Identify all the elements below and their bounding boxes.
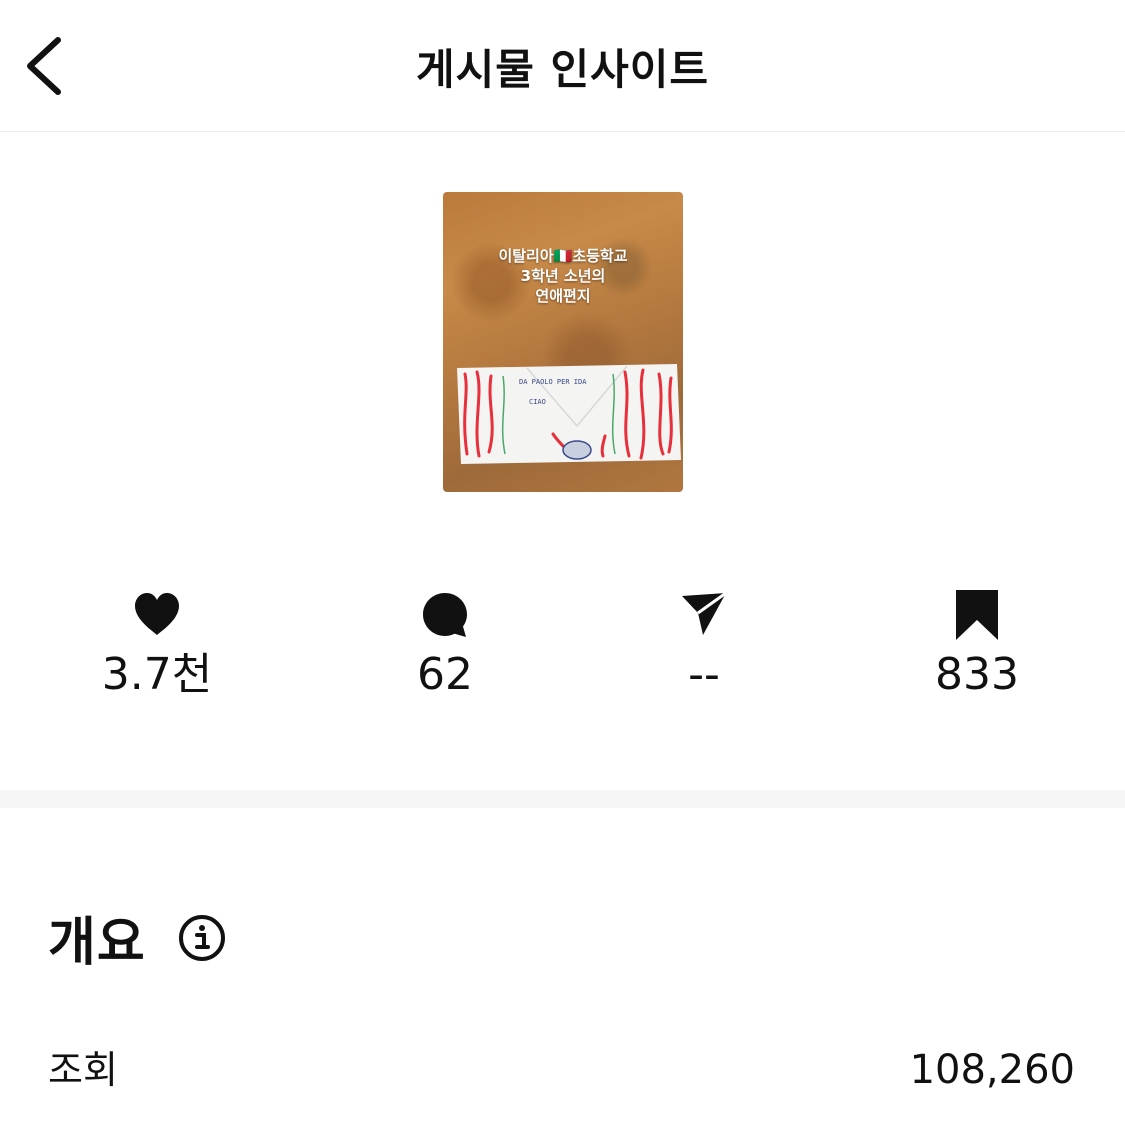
page-title: 게시물 인사이트 (415, 45, 710, 94)
thumbnail-caption: 이탈리아🇮🇹초등학교 3학년 소년의 연애편지 (443, 246, 683, 306)
views-label: 조회 (48, 1048, 118, 1092)
heart-icon (135, 593, 179, 635)
comment-icon (423, 593, 467, 637)
share-icon (682, 591, 727, 635)
saves-stat[interactable]: 833 (877, 590, 1077, 698)
info-icon (178, 914, 225, 961)
overview-title: 개요 (48, 913, 146, 973)
shares-count: -- (688, 649, 720, 700)
envelope-text: DA PAOLO PER IDA (519, 378, 587, 386)
post-thumbnail[interactable]: 이탈리아🇮🇹초등학교 3학년 소년의 연애편지 DA PAOLO PER IDA… (443, 192, 683, 492)
saves-count: 833 (935, 649, 1019, 700)
views-value: 108,260 (909, 1047, 1075, 1093)
header: 게시물 인사이트 (0, 0, 1125, 132)
likes-stat[interactable]: 3.7천 (57, 590, 257, 698)
thumbnail-caption-line: 이탈리아🇮🇹초등학교 (498, 247, 628, 265)
thumbnail-caption-line: 연애편지 (535, 287, 591, 305)
engagement-stats: 3.7천 62 -- 833 (0, 560, 1125, 740)
views-row[interactable]: 조회 108,260 (48, 1042, 1075, 1098)
info-button[interactable] (177, 913, 227, 963)
shares-stat[interactable]: -- (604, 590, 804, 698)
section-divider (0, 790, 1125, 808)
overview-header: 개요 (48, 900, 227, 973)
thumbnail-caption-line: 3학년 소년의 (520, 267, 606, 285)
comments-stat[interactable]: 62 (345, 590, 545, 698)
bookmark-icon (956, 590, 998, 640)
comments-count: 62 (417, 649, 473, 700)
likes-count: 3.7천 (101, 649, 213, 700)
envelope-text: CIAO (529, 398, 546, 406)
envelope-illustration: DA PAOLO PER IDA CIAO (457, 364, 681, 464)
